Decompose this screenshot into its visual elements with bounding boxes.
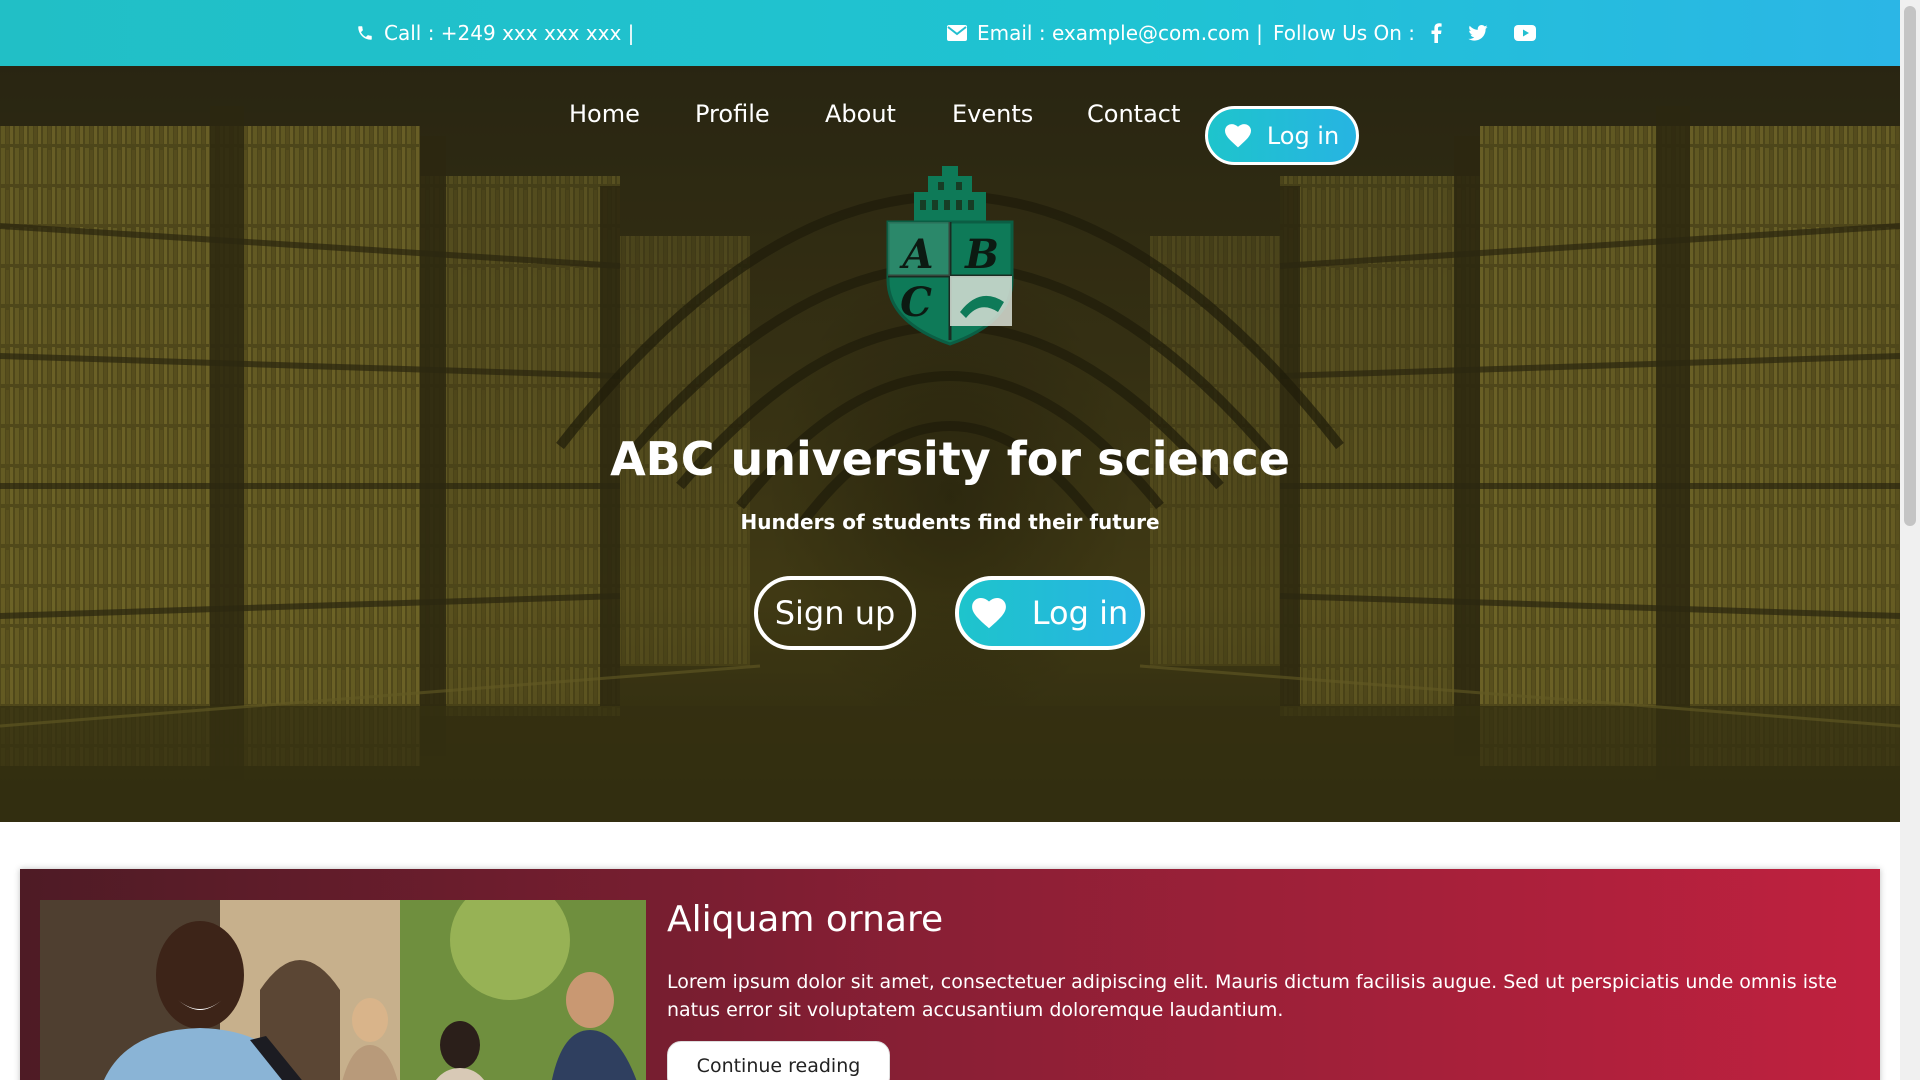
signup-label: Sign up (774, 594, 896, 632)
nav-login-button[interactable]: Log in (1205, 106, 1359, 165)
contact-email: Email : example@com.com | (947, 0, 1263, 66)
phone-icon (356, 24, 374, 42)
scrollbar-thumb[interactable] (1904, 6, 1916, 526)
contact-call: Call : +249 xxx xxx xxx | (356, 0, 634, 66)
envelope-icon (947, 25, 967, 41)
social-links (1430, 0, 1536, 66)
heart-icon (1224, 123, 1251, 148)
follow-label: Follow Us On : (1273, 21, 1416, 45)
call-text: Call : +249 xxx xxx xxx | (384, 21, 635, 45)
card-text: Lorem ipsum dolor sit amet, consectetuer… (667, 971, 1838, 1021)
nav-home[interactable]: Home (569, 100, 640, 128)
crest-letter-a: A (898, 231, 933, 278)
article-card: Aliquam ornare Lorem ipsum dolor sit ame… (20, 869, 1880, 1080)
signup-button[interactable]: Sign up (754, 576, 916, 650)
nav-about[interactable]: About (825, 100, 896, 128)
hero-section: Home Profile About Events Contact Log in (0, 66, 1900, 822)
nav-events[interactable]: Events (952, 100, 1033, 128)
hero-login-label: Log in (1031, 594, 1129, 632)
top-bar: Call : +249 xxx xxx xxx | Email : exampl… (0, 0, 1900, 66)
twitter-icon[interactable] (1468, 25, 1488, 41)
youtube-icon[interactable] (1514, 25, 1536, 41)
page-scrollbar[interactable] (1900, 0, 1920, 1080)
nav-profile[interactable]: Profile (695, 100, 770, 128)
continue-reading-button[interactable]: Continue reading (667, 1041, 890, 1080)
hero-title: ABC university for science (610, 432, 1290, 486)
email-text: Email : example@com.com | (977, 21, 1263, 45)
hero-login-button[interactable]: Log in (955, 576, 1145, 650)
page: Call : +249 xxx xxx xxx | Email : exampl… (0, 0, 1920, 1080)
continue-reading-label: Continue reading (696, 1055, 861, 1077)
card-title: Aliquam ornare (667, 899, 944, 940)
facebook-icon[interactable] (1430, 23, 1442, 43)
crest-letter-b: B (964, 231, 999, 278)
hero-subtitle: Hunders of students find their future (740, 510, 1160, 534)
nav-contact[interactable]: Contact (1087, 100, 1180, 128)
university-crest: A B C (886, 166, 1014, 346)
crest-letter-c: C (900, 279, 932, 326)
main-nav: Home Profile About Events Contact Log in (0, 86, 1900, 165)
students-photo (40, 900, 646, 1080)
nav-login-label: Log in (1266, 121, 1340, 150)
heart-icon (971, 597, 1006, 629)
